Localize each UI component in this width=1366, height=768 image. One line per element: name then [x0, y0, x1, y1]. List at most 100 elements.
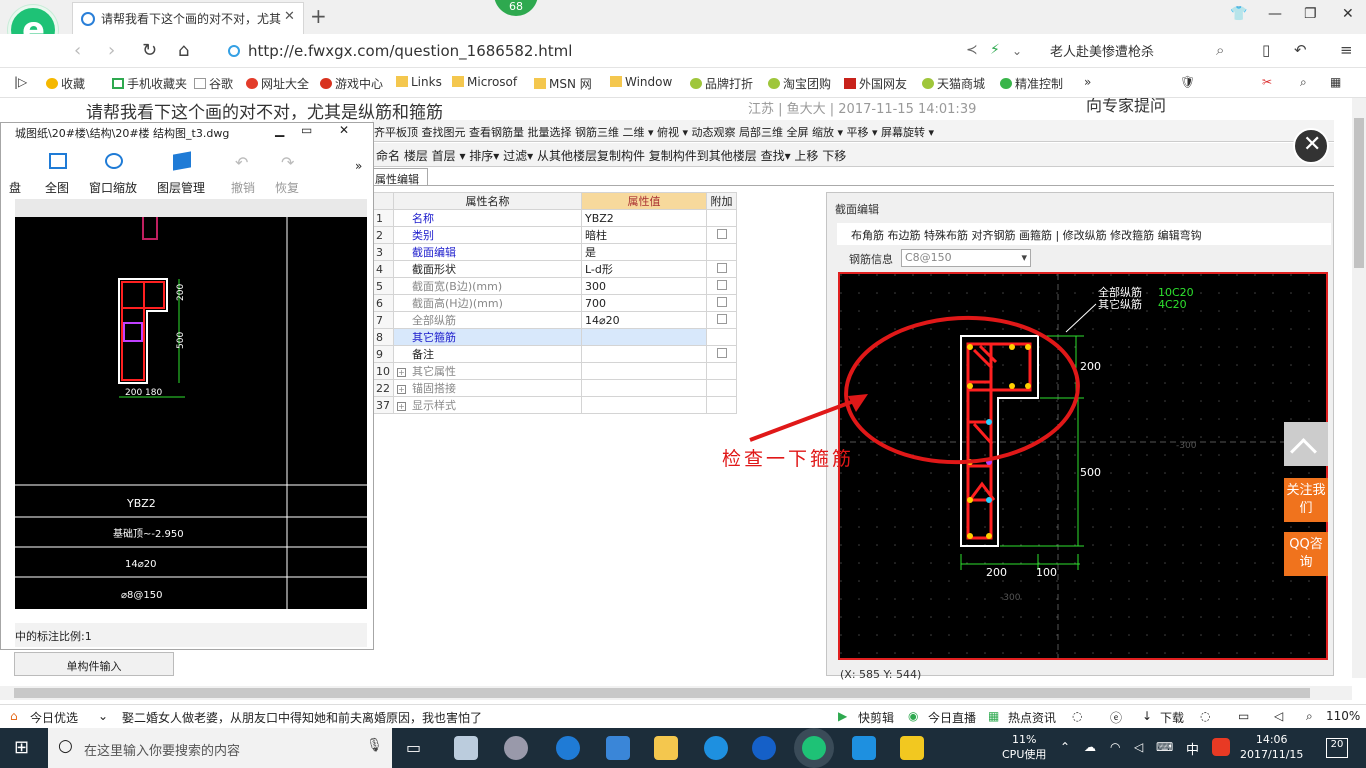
- row-value[interactable]: [581, 379, 707, 397]
- row-value[interactable]: 700: [581, 294, 707, 312]
- clean-icon[interactable]: ◌: [1200, 709, 1210, 723]
- back-to-top-button[interactable]: [1284, 422, 1328, 466]
- single-component-input-button[interactable]: 单构件输入: [14, 652, 174, 676]
- bookmark-6[interactable]: Microsof: [452, 75, 517, 89]
- table-row[interactable]: 6 截面高(H边)(mm) 700: [372, 294, 737, 312]
- search-small-icon[interactable]: ⌕: [1300, 75, 1307, 90]
- task-view-icon[interactable]: ▭: [406, 738, 421, 757]
- today-picks-link[interactable]: 今日优选: [30, 709, 78, 726]
- bookmark-4[interactable]: 游戏中心: [320, 75, 383, 92]
- windows-start-icon[interactable]: ⊞: [14, 737, 29, 758]
- follow-us-button[interactable]: 关注我们: [1284, 478, 1328, 522]
- rebar-info-select[interactable]: C8@150 ▾: [901, 249, 1031, 267]
- vertical-scrollbar[interactable]: [1352, 98, 1366, 678]
- ie-icon[interactable]: [704, 736, 728, 760]
- qq-consult-button[interactable]: QQ咨询: [1284, 532, 1328, 576]
- edge-icon[interactable]: [556, 736, 580, 760]
- cad-view-toolbar[interactable]: 齐平板顶 查找图元 查看钢筋量 批量选择 钢筋三维 二维 ▾ 俯视 ▾ 动态观察…: [372, 120, 1334, 142]
- kuaijian-link[interactable]: 快剪辑: [858, 709, 894, 726]
- row-value[interactable]: 是: [581, 243, 707, 261]
- hot-news-link[interactable]: 热点资讯: [1008, 709, 1056, 726]
- tab-close-icon[interactable]: ✕: [284, 9, 295, 24]
- new-tab-icon[interactable]: +: [310, 4, 327, 28]
- dwg-tool-pan[interactable]: 盘: [9, 179, 21, 196]
- more-bookmarks-icon[interactable]: »: [1084, 75, 1091, 89]
- ime-indicator[interactable]: 中: [1186, 739, 1199, 758]
- bookmark-11[interactable]: 外国网友: [844, 75, 907, 92]
- notification-center-icon[interactable]: 20: [1326, 738, 1348, 758]
- extra-checkbox[interactable]: [716, 279, 727, 290]
- dwg-tool-fit[interactable]: 全图: [45, 179, 69, 196]
- 360-browser-icon[interactable]: [802, 736, 826, 760]
- scroll-thumb[interactable]: [1354, 118, 1364, 268]
- back-icon[interactable]: ‹: [74, 40, 81, 61]
- url-input[interactable]: http://e.fwxgx.com/question_1686582.html: [222, 39, 1032, 63]
- horizontal-scrollbar[interactable]: [0, 686, 1352, 700]
- row-value[interactable]: [581, 362, 707, 380]
- ask-expert-link[interactable]: 向专家提问: [1086, 98, 1166, 116]
- expand-icon[interactable]: +: [397, 368, 406, 377]
- table-row[interactable]: 3 截面编辑是: [372, 243, 737, 261]
- bookmark-13[interactable]: 精准控制: [1000, 75, 1063, 92]
- ie-mode-icon[interactable]: ⓔ: [1110, 709, 1122, 726]
- search-icon[interactable]: ⌕: [1216, 41, 1224, 59]
- explorer-icon[interactable]: [654, 736, 678, 760]
- volume-icon[interactable]: ◁: [1134, 740, 1143, 754]
- bookmark-0[interactable]: 收藏: [46, 75, 85, 92]
- table-row[interactable]: 1 名称 YBZ2: [372, 209, 737, 227]
- close-window-icon[interactable]: ✕: [1342, 6, 1354, 22]
- cad-edit-toolbar[interactable]: 命名 楼层 首层 ▾ 排序▾ 过滤▾ 从其他楼层复制构件 复制构件到其他楼层 查…: [372, 143, 1334, 167]
- table-row[interactable]: 9 备注: [372, 345, 737, 363]
- forward-icon[interactable]: ›: [108, 40, 115, 61]
- table-row[interactable]: 8 其它箍筋: [372, 328, 737, 346]
- bookmark-3[interactable]: 网址大全: [246, 75, 309, 92]
- cloud-icon[interactable]: ☁: [1084, 740, 1096, 754]
- section-toolbar[interactable]: 布角筋 布边筋 特殊布筋 对齐钢筋 画箍筋 | 修改纵筋 修改箍筋 编辑弯钩: [837, 223, 1331, 245]
- mute-icon[interactable]: ◁: [1274, 709, 1283, 723]
- dwg-tool-redo[interactable]: 恢复: [275, 179, 299, 196]
- notification-badge[interactable]: 68: [494, 0, 538, 16]
- row-value[interactable]: 300: [581, 277, 707, 295]
- search-suggestion[interactable]: 老人赴美惨遭枪杀: [1050, 41, 1154, 60]
- download-link[interactable]: 下载: [1160, 709, 1184, 726]
- share-icon[interactable]: ≺: [966, 42, 978, 58]
- tray-expand-icon[interactable]: ⌃: [1060, 740, 1070, 754]
- bookmarks-toggle-icon[interactable]: |▷: [14, 75, 27, 89]
- bookmark-5[interactable]: Links: [396, 75, 442, 89]
- bookmark-7[interactable]: MSN 网: [534, 75, 592, 92]
- app-g-icon[interactable]: [752, 736, 776, 760]
- app-fan-icon[interactable]: [454, 736, 478, 760]
- more-tools-icon[interactable]: »: [355, 159, 362, 173]
- restore-icon[interactable]: ❐: [1304, 6, 1317, 22]
- table-row[interactable]: 5 截面宽(B边)(mm) 300: [372, 277, 737, 295]
- row-value[interactable]: [581, 328, 707, 346]
- zoom-level[interactable]: 110%: [1326, 709, 1360, 723]
- cpu-monitor[interactable]: 11% CPU使用: [1002, 732, 1046, 762]
- shield-icon[interactable]: 🛡: [1180, 75, 1195, 89]
- lightning-icon[interactable]: ⚡: [990, 42, 1000, 58]
- table-row[interactable]: 7 全部纵筋 14⌀20: [372, 311, 737, 329]
- wifi-icon[interactable]: ◠: [1110, 740, 1120, 754]
- expand-icon[interactable]: +: [397, 385, 406, 394]
- clock[interactable]: 14:06 2017/11/15: [1240, 732, 1303, 762]
- undo-icon[interactable]: ↶: [1294, 41, 1307, 59]
- live-link[interactable]: 今日直播: [928, 709, 976, 726]
- menu-icon[interactable]: ≡: [1340, 41, 1353, 59]
- row-value[interactable]: YBZ2: [581, 209, 707, 227]
- row-value[interactable]: 14⌀20: [581, 311, 707, 329]
- row-value[interactable]: 暗柱: [581, 226, 707, 244]
- dwg-tool-zoom[interactable]: 窗口缩放: [89, 179, 137, 196]
- bookmark-10[interactable]: 淘宝团购: [768, 75, 831, 92]
- refresh-icon[interactable]: ↻: [142, 40, 157, 61]
- bookmark-12[interactable]: 天猫商城: [922, 75, 985, 92]
- notes-icon[interactable]: [900, 736, 924, 760]
- phone-icon[interactable]: ▯: [1262, 41, 1270, 59]
- scissors-icon[interactable]: ✂: [1262, 75, 1272, 89]
- dwg-close-icon[interactable]: ✕: [339, 123, 349, 137]
- news-headline[interactable]: 娶二婚女人做老婆，从朋友口中得知她和前夫离婚原因，我也害怕了: [122, 709, 482, 726]
- dwg-canvas[interactable]: 200 500 200 180 YBZ2 基础顶~-2.950 14⌀20 ⌀8…: [15, 217, 367, 609]
- expand-icon[interactable]: +: [397, 402, 406, 411]
- extra-checkbox[interactable]: [716, 228, 727, 239]
- scroll-thumb[interactable]: [14, 688, 1310, 698]
- row-value[interactable]: [581, 345, 707, 363]
